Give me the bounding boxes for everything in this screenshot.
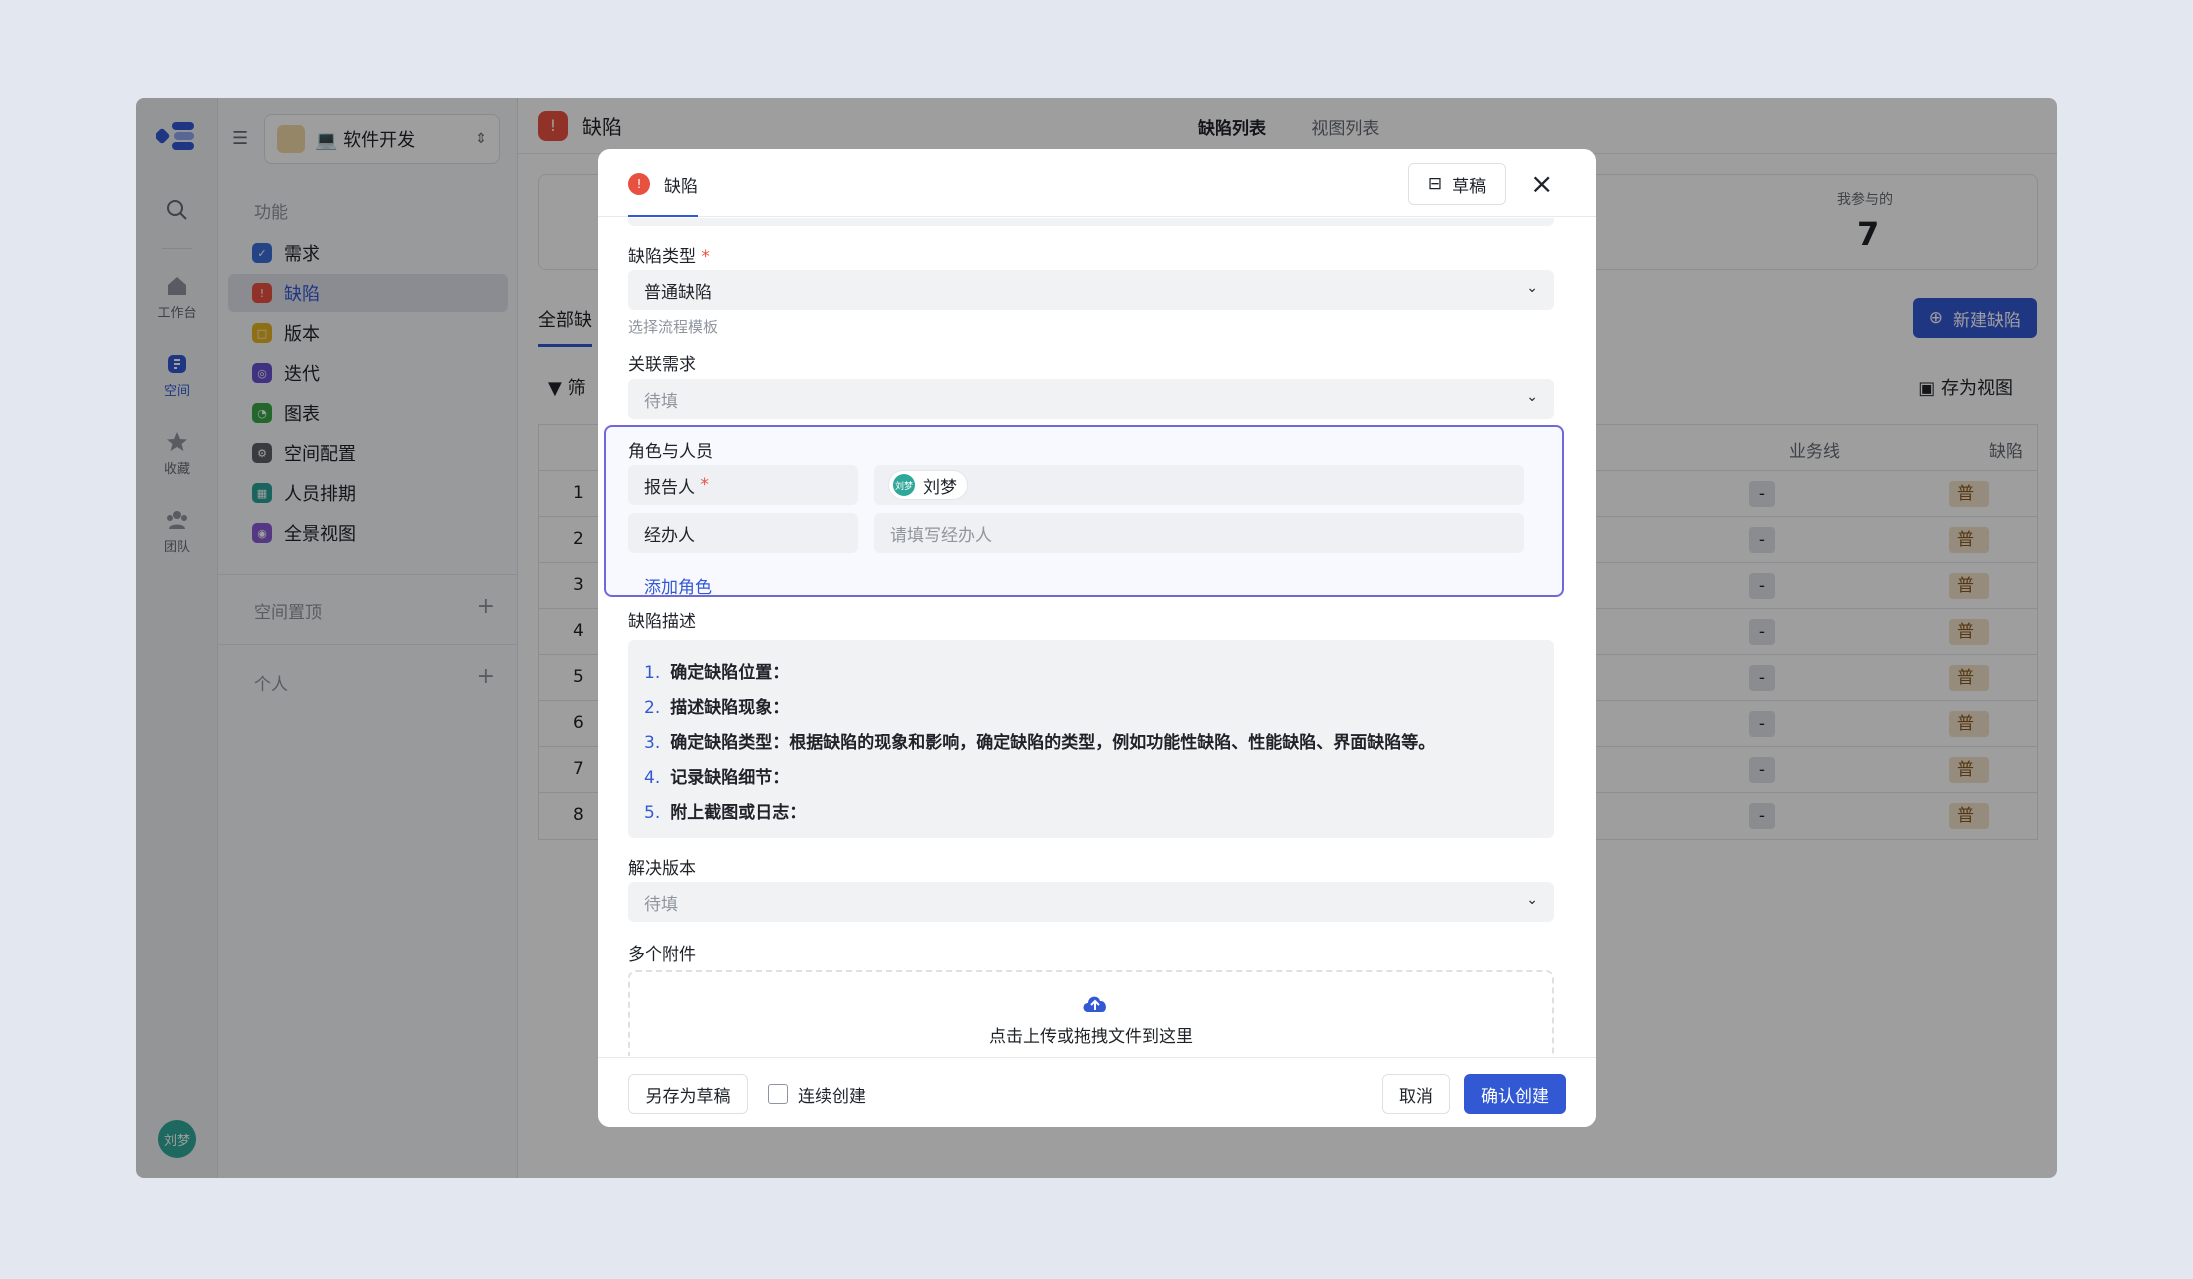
cancel-button[interactable]: 取消 [1382,1074,1450,1114]
add-role-link[interactable]: 添加角色 [644,573,712,598]
defect-type-select[interactable]: 普通缺陷 ⌄ [628,270,1554,310]
draft-button[interactable]: ⊟ 草稿 [1408,163,1506,205]
modal-header: ! 缺陷 ⊟ 草稿 × [598,149,1596,217]
chevron-down-icon: ⌄ [1526,389,1538,405]
list-item: 1. 确定缺陷位置： [644,663,790,683]
confirm-create-button[interactable]: 确认创建 [1464,1074,1566,1114]
continuous-create-label: 连续创建 [798,1087,866,1107]
continuous-create-checkbox[interactable] [768,1084,788,1104]
attach-label: 多个附件 [628,945,696,965]
version-label: 解决版本 [628,859,696,879]
defect-icon: ! [628,173,650,195]
type-hint: 选择流程模板 [628,318,719,336]
handler-field[interactable]: 请填写经办人 [874,513,1524,553]
reporter-field[interactable]: 刘梦 刘梦 [874,465,1524,505]
list-item: 4. 记录缺陷细节： [644,768,790,788]
handler-label: 经办人 [628,513,858,553]
modal-body: 缺陷类型 * 普通缺陷 ⌄ 选择流程模板 关联需求 待填 ⌄ 角色与人员 报告人 *… [598,218,1596,1056]
chevron-down-icon: ⌄ [1526,892,1538,908]
resolve-version-select[interactable]: 待填 ⌄ [628,882,1554,922]
roles-section: 角色与人员 报告人 * 刘梦 刘梦 经办人 请填写经办人 添加角色 [604,425,1564,598]
create-defect-modal: ! 缺陷 ⊟ 草稿 × 缺陷类型 * 普通缺陷 ⌄ 选择流程模板 关联需求 待填 ⌄ 角… [598,149,1596,1127]
chevron-down-icon: ⌄ [1526,280,1538,296]
reporter-label: 报告人 * [628,465,858,505]
type-label: 缺陷类型 * [628,247,710,267]
list-item: 5. 附上截图或日志： [644,803,807,823]
description-editor[interactable]: 1. 确定缺陷位置： 2. 描述缺陷现象： 3. 确定缺陷类型：根据缺陷的现象和影响，… [628,640,1554,838]
save-draft-button[interactable]: 另存为草稿 [628,1074,748,1114]
desc-label: 缺陷描述 [628,612,696,632]
cloud-upload-icon [1083,996,1106,1012]
related-requirement-select[interactable]: 待填 ⌄ [628,379,1554,419]
upload-text: 点击上传或拖拽文件到这里 [989,1027,1193,1047]
list-item: 2. 描述缺陷现象： [644,698,790,718]
list-item: 3. 确定缺陷类型：根据缺陷的现象和影响，确定缺陷的类型，例如功能性缺陷、性能缺陷… [644,733,1436,753]
user-chip[interactable]: 刘梦 刘梦 [888,470,968,500]
modal-footer: 另存为草稿 连续创建 取消 确认创建 [598,1057,1596,1127]
modal-tab-defect[interactable]: ! 缺陷 [628,169,698,217]
inbox-icon: ⊟ [1427,174,1443,194]
req-label: 关联需求 [628,355,696,375]
close-icon[interactable]: × [1530,167,1553,200]
avatar: 刘梦 [893,474,915,496]
upload-dropzone[interactable]: 点击上传或拖拽文件到这里 [628,970,1554,1056]
roles-label: 角色与人员 [628,442,713,462]
